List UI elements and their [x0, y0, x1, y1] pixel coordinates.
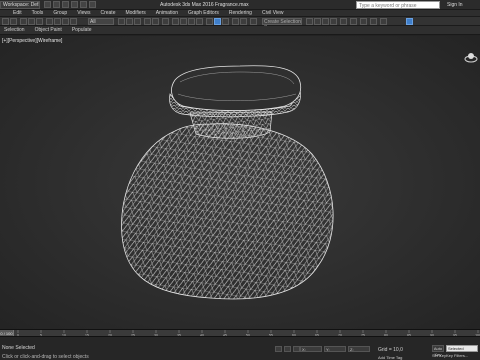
menu-bar: Edit Tools Group Views Create Modifiers … — [0, 10, 480, 17]
new-file-icon[interactable] — [44, 1, 51, 8]
perspective-viewport[interactable]: [+][Perspective][Wireframe] — [0, 36, 480, 329]
menu-create[interactable]: Create — [95, 10, 120, 17]
workspace-dropdown[interactable]: Workspace: Default — [0, 1, 40, 9]
rectangle-selection-icon[interactable] — [62, 18, 69, 25]
align-icon[interactable] — [222, 18, 229, 25]
window-crossing-icon[interactable] — [70, 18, 77, 25]
project-folder-icon[interactable] — [89, 1, 96, 8]
render-in-cloud-icon[interactable] — [370, 18, 377, 25]
reference-coordinate-icon[interactable] — [144, 18, 151, 25]
undo-icon[interactable] — [2, 18, 9, 25]
rendered-frame-window-icon[interactable] — [330, 18, 337, 25]
menu-views[interactable]: Views — [72, 10, 95, 17]
render-iterative-icon[interactable] — [350, 18, 357, 25]
select-rotate-icon[interactable] — [126, 18, 133, 25]
spinner-snap-icon[interactable] — [196, 18, 203, 25]
named-selection-set-dropdown[interactable]: Create Selection Se — [262, 18, 302, 31]
schematic-view-icon[interactable] — [306, 18, 313, 25]
snaps-toggle-icon[interactable] — [172, 18, 179, 25]
toggle-scene-explorer-icon[interactable] — [232, 18, 239, 25]
x-coordinate-field[interactable]: X: — [300, 346, 322, 352]
viewport-label[interactable]: [+][Perspective][Wireframe] — [2, 38, 62, 44]
bind-space-warp-icon[interactable] — [36, 18, 43, 25]
activeshade-icon[interactable] — [360, 18, 367, 25]
set-key-button[interactable]: Set Key — [432, 353, 446, 358]
menu-rendering[interactable]: Rendering — [224, 10, 257, 17]
view-filter-dropdown[interactable]: All — [88, 18, 114, 25]
menu-graph-editors[interactable]: Graph Editors — [183, 10, 224, 17]
auto-key-button[interactable]: Auto Key — [432, 345, 444, 357]
material-editor-icon[interactable] — [314, 18, 321, 25]
autodesk-exchange-icon[interactable] — [406, 18, 413, 25]
main-toolbar: All Create Selection Se — [0, 17, 480, 31]
unlink-icon[interactable] — [28, 18, 35, 25]
isolate-icon[interactable] — [284, 346, 291, 352]
prompt-line: Click or click-and-drag to select object… — [2, 354, 89, 360]
menu-edit[interactable]: Edit — [8, 10, 27, 17]
select-manipulate-icon[interactable] — [162, 18, 169, 25]
search-input[interactable]: Type a keyword or phrase — [356, 1, 440, 9]
mirror-icon[interactable] — [214, 18, 221, 25]
timeline[interactable]: 0 / 100 05101520253035404550556065707580… — [0, 329, 480, 337]
ribbon: Selection Object Paint Populate — [0, 26, 480, 35]
lock-selection-icon[interactable] — [275, 346, 282, 352]
menu-group[interactable]: Group — [48, 10, 72, 17]
a360-gallery-icon[interactable] — [380, 18, 387, 25]
menu-modifiers[interactable]: Modifiers — [120, 10, 150, 17]
quick-access-toolbar — [44, 1, 96, 8]
status-bar: None Selected Click or click-and-drag to… — [0, 336, 480, 360]
playback-controls — [275, 346, 300, 352]
pivot-center-icon[interactable] — [152, 18, 159, 25]
menu-animation[interactable]: Animation — [151, 10, 183, 17]
selection-status: None Selected — [2, 345, 35, 351]
y-coordinate-field[interactable]: Y: — [324, 346, 346, 352]
key-filters-button[interactable]: Key Filters... — [446, 353, 468, 358]
undo-icon[interactable] — [71, 1, 78, 8]
save-file-icon[interactable] — [62, 1, 69, 8]
select-object-icon[interactable] — [46, 18, 53, 25]
grid-size: Grid = 10,0 — [378, 347, 403, 353]
bottle-body — [121, 123, 334, 300]
render-setup-icon[interactable] — [322, 18, 329, 25]
wireframe-bottle-mesh[interactable] — [0, 36, 480, 329]
layer-explorer-icon[interactable] — [240, 18, 247, 25]
select-move-icon[interactable] — [118, 18, 125, 25]
select-by-name-icon[interactable] — [54, 18, 61, 25]
key-mode-dropdown[interactable]: Selected — [446, 345, 478, 352]
z-coordinate-field[interactable]: Z: — [348, 346, 370, 352]
title-bar: Workspace: Default Autodesk 3ds Max 2016… — [0, 0, 480, 10]
menu-civil-view[interactable]: Civil View — [257, 10, 289, 17]
angle-snap-icon[interactable] — [180, 18, 187, 25]
menu-tools[interactable]: Tools — [27, 10, 49, 17]
sign-in-button[interactable]: Sign In — [447, 2, 463, 8]
tab-populate[interactable]: Populate — [72, 27, 92, 34]
tab-selection[interactable]: Selection — [4, 27, 25, 34]
redo-icon[interactable] — [80, 1, 87, 8]
redo-icon[interactable] — [10, 18, 17, 25]
percent-snap-icon[interactable] — [188, 18, 195, 25]
render-production-icon[interactable] — [340, 18, 347, 25]
edit-named-selection-icon[interactable] — [206, 18, 213, 25]
tab-object-paint[interactable]: Object Paint — [35, 27, 62, 34]
app-title: Autodesk 3ds Max 2016 Fragrance.max — [160, 2, 249, 8]
curve-editor-icon[interactable] — [250, 18, 257, 25]
add-time-tag-button[interactable]: Add Time Tag — [378, 355, 402, 360]
link-icon[interactable] — [20, 18, 27, 25]
viewcube-icon[interactable] — [464, 50, 478, 64]
absolute-mode-icon[interactable] — [293, 346, 300, 352]
select-scale-icon[interactable] — [134, 18, 141, 25]
cap-top — [171, 65, 302, 111]
open-file-icon[interactable] — [53, 1, 60, 8]
